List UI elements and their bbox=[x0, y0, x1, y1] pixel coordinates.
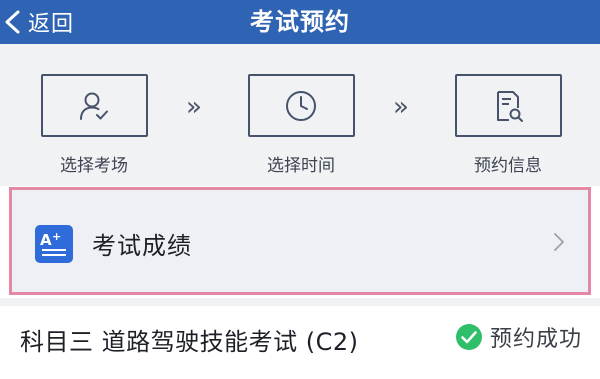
step-label: 选择时间 bbox=[267, 156, 335, 176]
step-separator-icon: » bbox=[186, 92, 202, 122]
step-separator-icon: » bbox=[393, 92, 409, 122]
step-select-venue[interactable]: 选择考场 bbox=[34, 74, 154, 176]
svg-text:A: A bbox=[40, 231, 52, 249]
exam-score-row[interactable]: A + 考试成绩 bbox=[9, 187, 591, 295]
step-booking-info[interactable]: 预约信息 bbox=[448, 74, 568, 176]
step-label: 预约信息 bbox=[474, 156, 542, 176]
top-nav-bar: 返回 考试预约 bbox=[0, 0, 600, 44]
step-select-time[interactable]: 选择时间 bbox=[241, 74, 361, 176]
score-label: 考试成绩 bbox=[92, 232, 192, 260]
user-check-icon bbox=[80, 92, 108, 120]
status-label: 预约成功 bbox=[489, 327, 582, 352]
status-badge: 预约成功 bbox=[454, 321, 582, 353]
page-title: 考试预约 bbox=[250, 8, 350, 36]
clock-icon bbox=[286, 90, 316, 121]
step-box bbox=[40, 74, 148, 137]
svg-text:+: + bbox=[52, 230, 61, 243]
booking-steps: 选择考场 » 选择时间 » 预约信息 bbox=[0, 44, 600, 186]
step-label: 选择考场 bbox=[60, 156, 128, 176]
exam-booking-row[interactable]: 科目三 道路驾驶技能考试 (C2) 预约成功 bbox=[0, 306, 600, 379]
document-search-icon bbox=[497, 90, 523, 122]
section-divider bbox=[0, 298, 600, 306]
step-box bbox=[454, 74, 562, 137]
chevron-right-icon bbox=[554, 233, 564, 251]
check-circle-icon bbox=[455, 324, 482, 350]
step-box bbox=[247, 74, 355, 137]
score-icon: A + bbox=[35, 225, 73, 263]
exam-name: 科目三 道路驾驶技能考试 (C2) bbox=[20, 328, 359, 356]
